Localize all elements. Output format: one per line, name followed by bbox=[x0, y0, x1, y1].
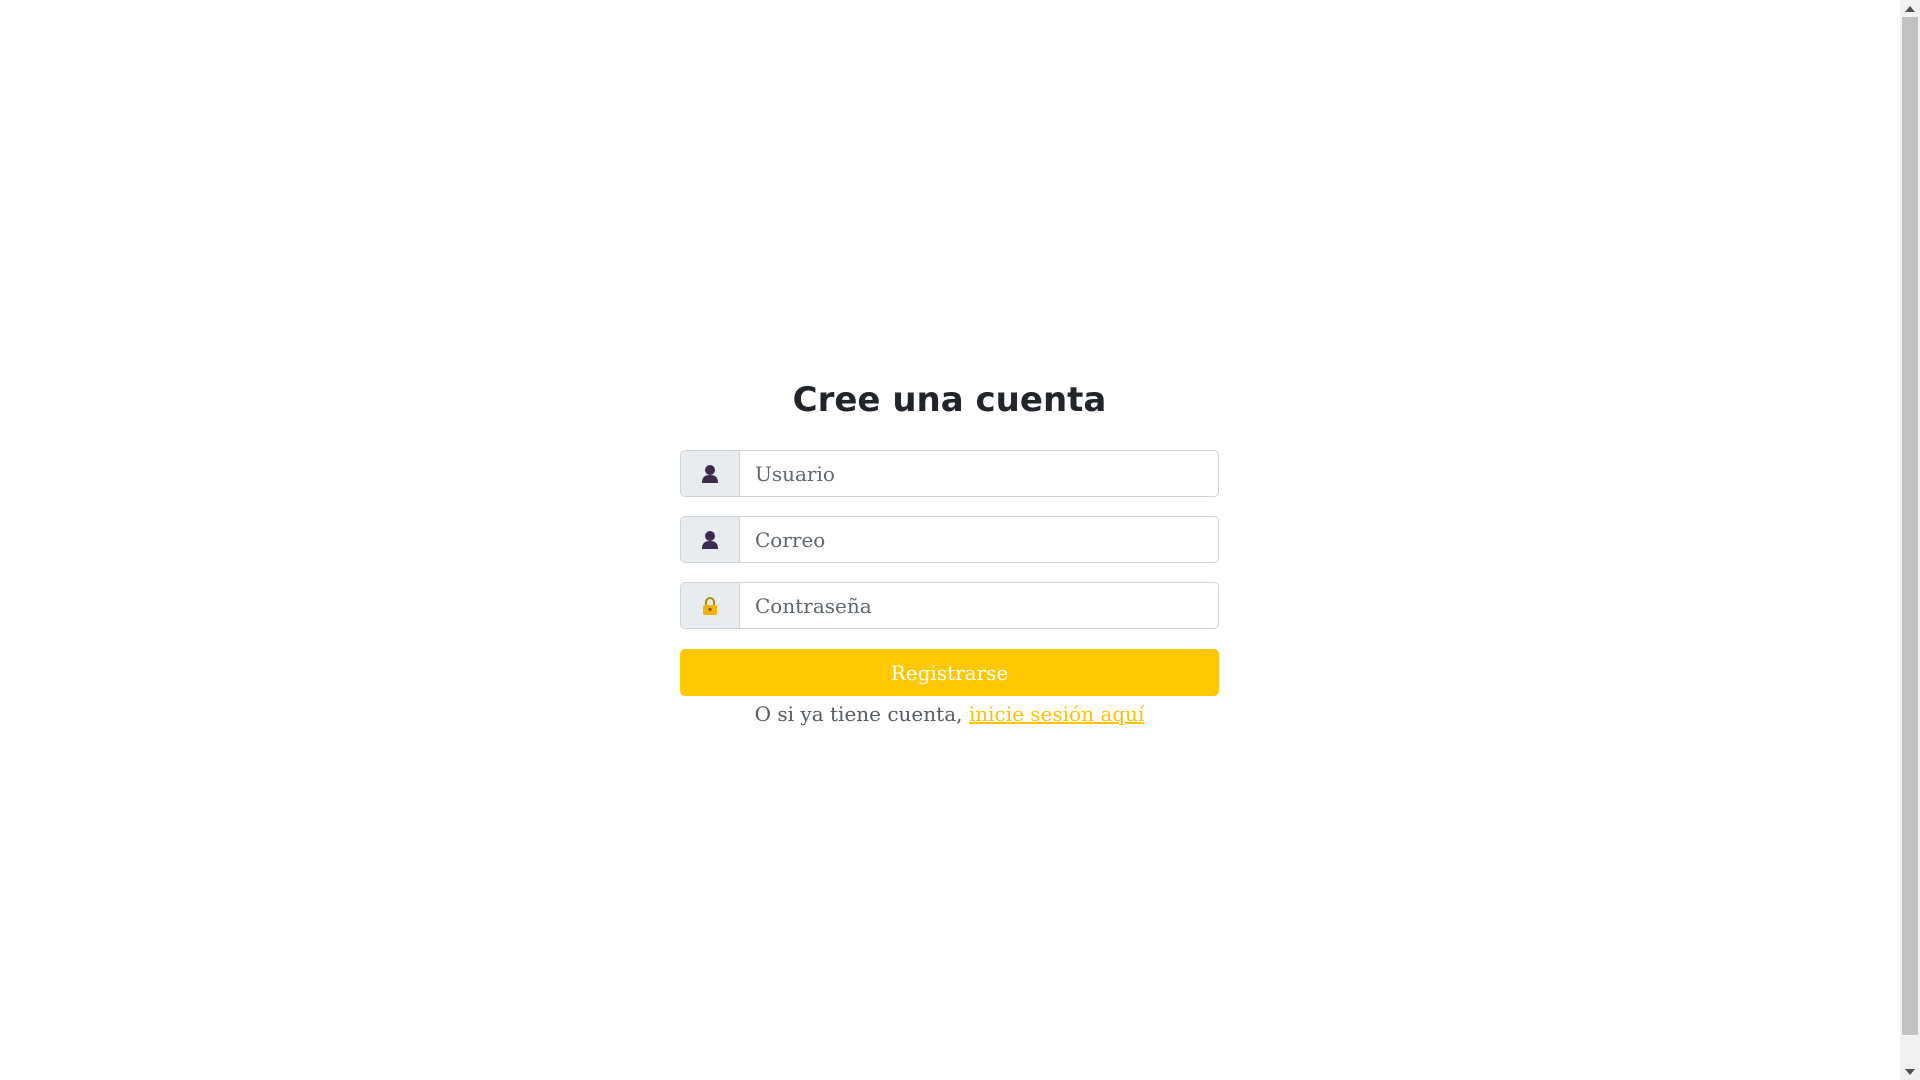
lock-icon bbox=[681, 583, 740, 628]
username-input[interactable] bbox=[740, 451, 1218, 496]
page: Cree una cuenta Usuario Correo Registrar… bbox=[0, 0, 1900, 1080]
register-form: Cree una cuenta Usuario Correo Registrar… bbox=[680, 370, 1219, 726]
login-link[interactable]: inicie sesión aquí bbox=[969, 702, 1145, 726]
vertical-scrollbar[interactable] bbox=[1900, 0, 1920, 1080]
login-prompt-text: O si ya tiene cuenta, bbox=[754, 702, 963, 726]
email-input[interactable] bbox=[740, 517, 1218, 562]
page-title: Cree una cuenta bbox=[792, 380, 1107, 420]
password-input[interactable] bbox=[740, 583, 1218, 628]
login-prompt: O si ya tiene cuenta, inicie sesión aquí bbox=[680, 702, 1219, 726]
email-field-group bbox=[680, 516, 1219, 563]
password-field-group bbox=[680, 582, 1219, 629]
scroll-down-arrow-icon[interactable] bbox=[1900, 1063, 1920, 1080]
scroll-up-arrow-icon[interactable] bbox=[1900, 0, 1920, 17]
username-field-group bbox=[680, 450, 1219, 497]
scrollbar-thumb[interactable] bbox=[1902, 17, 1918, 1035]
user-icon bbox=[681, 451, 740, 496]
register-button[interactable]: Registrarse bbox=[680, 649, 1219, 696]
browser-viewport: Cree una cuenta Usuario Correo Registrar… bbox=[0, 0, 1920, 1080]
user-icon bbox=[681, 517, 740, 562]
